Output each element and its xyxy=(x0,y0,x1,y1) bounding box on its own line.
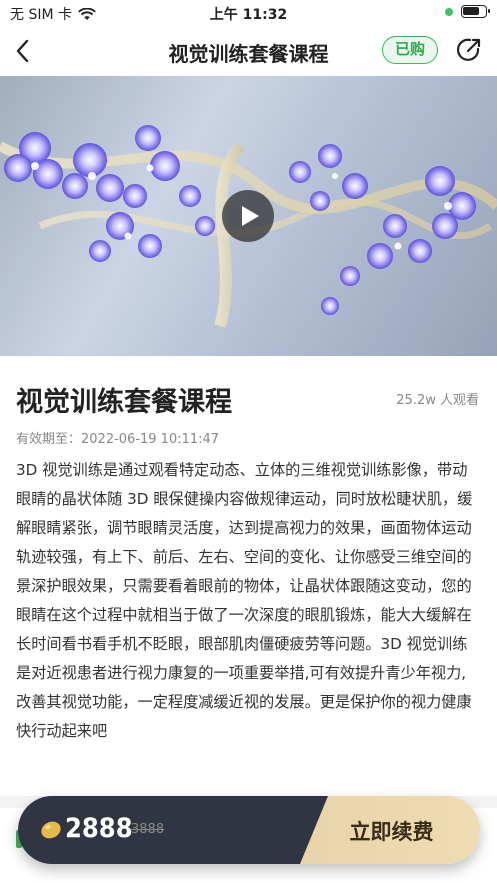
play-button[interactable] xyxy=(222,190,274,242)
view-count: 25.2w 人观看 xyxy=(396,393,479,408)
purchased-badge[interactable]: 已购 xyxy=(382,36,438,64)
indicator-dot-icon xyxy=(445,7,453,16)
nav-bar: 视觉训练套餐课程 已购 xyxy=(0,26,497,76)
course-detail: 视觉训练套餐课程 25.2w 人观看 有效期至：2022-06-19 10:11… xyxy=(0,356,497,796)
course-title: 视觉训练套餐课程 xyxy=(16,387,232,418)
status-right xyxy=(445,5,490,18)
validity-date: 有效期至：2022-06-19 10:11:47 xyxy=(16,432,220,447)
play-icon xyxy=(242,206,259,226)
original-price: 3888 xyxy=(131,822,165,837)
status-bar: 无 SIM 卡 上午 11:32 xyxy=(0,0,497,26)
video-player[interactable] xyxy=(0,76,497,356)
price-panel: 2888 3888 xyxy=(18,796,328,864)
share-icon[interactable] xyxy=(456,37,482,63)
renew-button[interactable]: 立即续费 xyxy=(303,816,480,846)
clock: 上午 11:32 xyxy=(209,7,288,23)
purchase-bar: 2888 3888 立即续费 xyxy=(18,796,480,864)
current-price: 2888 xyxy=(65,813,133,844)
bean-coin-icon xyxy=(41,821,61,839)
battery-icon xyxy=(461,5,490,18)
course-description: 3D 视觉训练是通过观看特定动态、立体的三维视觉训练影像，带动眼睛的晶状体随 3… xyxy=(16,461,473,740)
